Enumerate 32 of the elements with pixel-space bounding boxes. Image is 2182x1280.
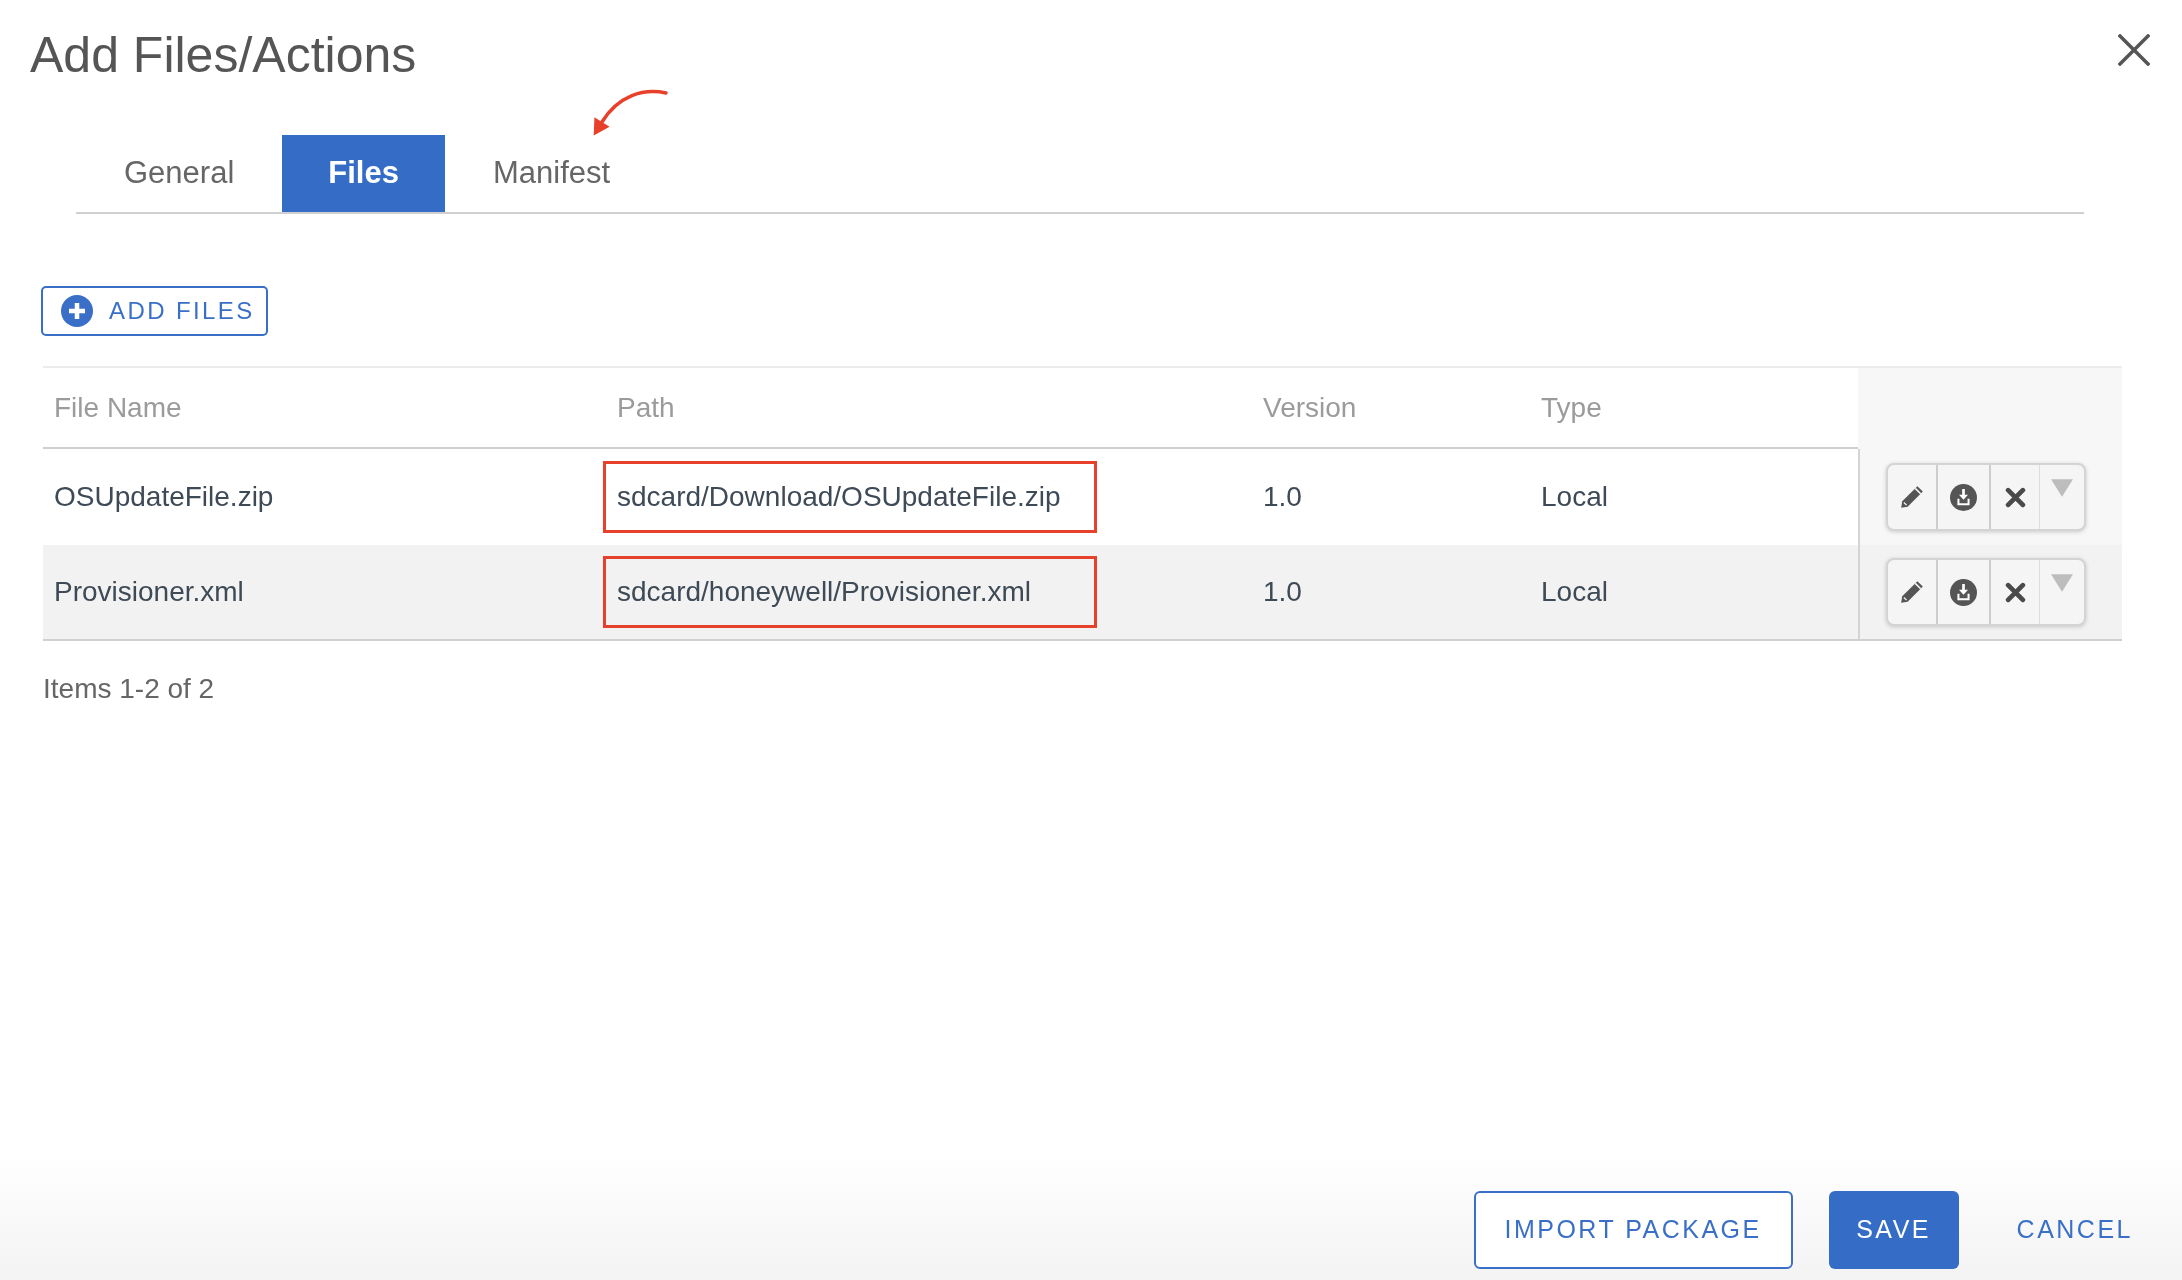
pager-summary: Items 1-2 of 2 — [43, 672, 215, 706]
caret-down-icon — [2051, 479, 2073, 497]
path-cell: sdcard/Download/OSUpdateFile.zip — [603, 461, 1097, 533]
import-button[interactable]: IMPORT PACKAGE — [1473, 1191, 1793, 1269]
close-icon — [2004, 581, 2026, 603]
save-button[interactable]: SAVE — [1828, 1191, 1959, 1269]
pencil-icon — [1899, 579, 1925, 605]
tab[interactable]: Manifest — [444, 135, 659, 212]
path-cell: sdcard/honeywell/Provisioner.xml — [603, 556, 1097, 628]
table-cell-text: OSUpdateFile.zip — [54, 480, 274, 514]
column-header: Path — [617, 390, 675, 425]
tab[interactable]: Files — [282, 135, 445, 212]
table-cell-text: 1.0 — [1263, 575, 1302, 609]
add-files-button[interactable]: ADD FILES — [41, 286, 268, 336]
table-cell-text: Provisioner.xml — [54, 575, 244, 609]
download-icon — [1950, 483, 1977, 511]
close-icon — [2004, 486, 2026, 508]
column-header: File Name — [54, 390, 182, 425]
close-icon — [2118, 34, 2150, 66]
column-header: Type — [1541, 390, 1602, 425]
download-icon — [1950, 578, 1977, 606]
table-cell-text: Local — [1541, 480, 1608, 514]
plus-circle-icon — [61, 295, 93, 327]
caret-down-icon — [2051, 574, 2073, 592]
column-header: Version — [1263, 390, 1357, 425]
pencil-icon — [1899, 484, 1925, 510]
cancel-button[interactable]: CANCEL — [1994, 1191, 2155, 1269]
table-cell-text: Local — [1541, 575, 1608, 609]
tab[interactable]: General — [76, 135, 283, 212]
close-button[interactable] — [2118, 34, 2150, 66]
table-cell-text: 1.0 — [1263, 480, 1302, 514]
dialog-title: Add Files/Actions — [30, 30, 417, 80]
